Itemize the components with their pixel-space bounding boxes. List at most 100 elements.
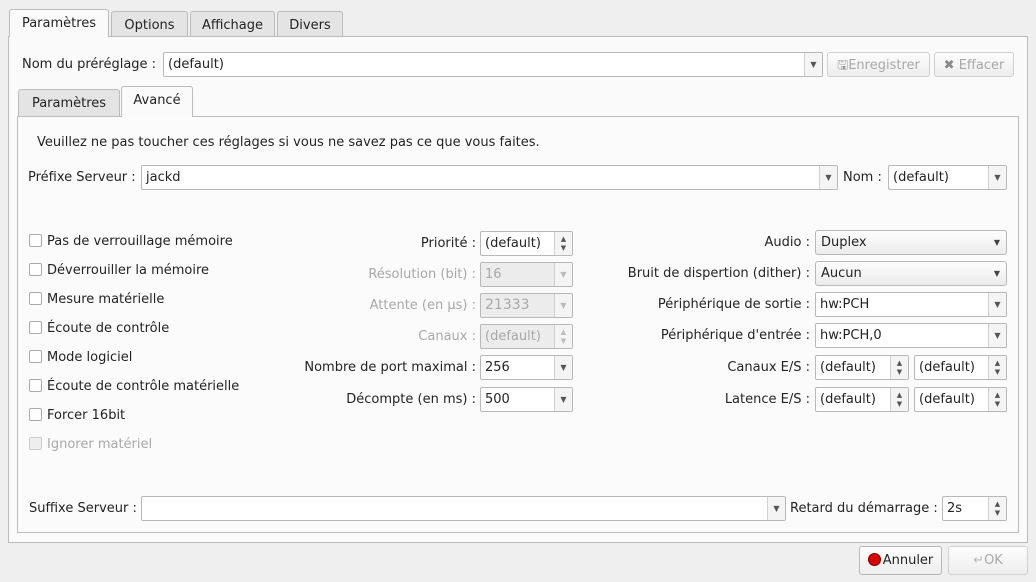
io-latency-label: Latence E/S : bbox=[724, 392, 810, 407]
tab-divers[interactable]: Divers bbox=[277, 11, 343, 36]
priority-spinbox[interactable]: (default) ▲ ▼ bbox=[480, 231, 573, 256]
spin-arrows-icon[interactable]: ▲ ▼ bbox=[554, 325, 572, 348]
checkbox-hw-meter[interactable]: Mesure matérielle bbox=[29, 292, 164, 308]
tab-options[interactable]: Options bbox=[111, 11, 188, 36]
checkbox-label: Écoute de contrôle bbox=[47, 321, 170, 336]
cancel-button[interactable]: Annuler bbox=[859, 546, 942, 575]
spin-arrows-icon[interactable]: ▲ ▼ bbox=[988, 356, 1006, 379]
checkbox-ignore-hw[interactable]: Ignorer matériel bbox=[29, 437, 152, 453]
start-delay-spinbox[interactable]: 2s ▲ ▼ bbox=[942, 496, 1007, 521]
chevron-down-icon: ▼ bbox=[767, 497, 785, 520]
cancel-label: Annuler bbox=[882, 553, 934, 568]
inner-tab-parametres[interactable]: Paramètres bbox=[18, 89, 120, 116]
max-ports-combo[interactable]: 256 ▼ bbox=[480, 355, 573, 380]
resolution-combo[interactable]: 16 ▼ bbox=[480, 262, 573, 287]
delete-icon: ✖ bbox=[943, 58, 955, 73]
checkbox-hw-monitor[interactable]: Écoute de contrôle matérielle bbox=[29, 379, 239, 395]
ok-icon: ↵ bbox=[973, 553, 985, 568]
io-channels-out-spinbox[interactable]: (default) ▲ ▼ bbox=[914, 355, 1007, 380]
input-device-label: Périphérique d'entrée : bbox=[660, 328, 810, 343]
checkbox-box[interactable] bbox=[29, 321, 42, 334]
spin-arrows-icon[interactable]: ▲ ▼ bbox=[988, 388, 1006, 411]
checkbox-unlock-memory[interactable]: Déverrouiller la mémoire bbox=[29, 263, 209, 279]
ok-label: OK bbox=[984, 553, 1003, 568]
dither-value: Aucun bbox=[821, 266, 862, 281]
wait-value: 21333 bbox=[485, 297, 530, 313]
chevron-down-icon: ▼ bbox=[554, 263, 572, 286]
input-device-combo[interactable]: hw:PCH,0 ▼ bbox=[815, 323, 1007, 348]
chevron-down-icon: ▼ bbox=[554, 388, 572, 411]
checkbox-label: Écoute de contrôle matérielle bbox=[47, 379, 240, 394]
server-prefix-combo[interactable]: jackd ▼ bbox=[141, 165, 838, 190]
output-device-label: Périphérique de sortie : bbox=[657, 297, 810, 312]
output-device-combo[interactable]: hw:PCH ▼ bbox=[815, 292, 1007, 317]
input-device-value: hw:PCH,0 bbox=[820, 328, 882, 343]
resolution-label: Résolution (bit) : bbox=[368, 267, 476, 282]
checkbox-monitor[interactable]: Écoute de contrôle bbox=[29, 321, 169, 337]
io-latency-in-value: (default) bbox=[820, 392, 876, 407]
io-latency-out-value: (default) bbox=[919, 392, 975, 407]
io-latency-in-spinbox[interactable]: (default) ▲ ▼ bbox=[815, 387, 909, 412]
save-icon: 🖫 bbox=[837, 58, 849, 73]
tab-affichage[interactable]: Affichage bbox=[190, 11, 275, 36]
chevron-down-icon: ▼ bbox=[988, 166, 1006, 189]
tab-parametres[interactable]: Paramètres bbox=[9, 9, 109, 37]
io-channels-in-spinbox[interactable]: (default) ▲ ▼ bbox=[815, 355, 909, 380]
inner-tab-avance[interactable]: Avancé bbox=[121, 86, 193, 117]
io-latency-out-spinbox[interactable]: (default) ▲ ▼ bbox=[914, 387, 1007, 412]
delete-label: Effacer bbox=[958, 58, 1005, 73]
preset-label: Nom du préréglage : bbox=[22, 57, 157, 72]
ok-button[interactable]: ↵OK bbox=[948, 546, 1028, 575]
save-button[interactable]: 🖫Enregistrer bbox=[827, 52, 930, 77]
preset-combo[interactable]: (default) ▼ bbox=[163, 52, 823, 77]
chevron-down-icon: ▼ bbox=[988, 324, 1006, 347]
checkbox-box[interactable] bbox=[29, 379, 42, 392]
max-ports-value: 256 bbox=[485, 360, 510, 375]
checkbox-box[interactable] bbox=[29, 234, 42, 247]
checkbox-box[interactable] bbox=[29, 437, 42, 450]
dither-label: Bruit de dispertion (dither) : bbox=[627, 266, 810, 281]
server-suffix-combo[interactable]: ▼ bbox=[141, 496, 786, 521]
checkbox-label: Déverrouiller la mémoire bbox=[47, 263, 210, 278]
chevron-down-icon: ▼ bbox=[993, 269, 1000, 278]
chevron-down-icon: ▼ bbox=[554, 294, 572, 317]
spin-arrows-icon[interactable]: ▲ ▼ bbox=[554, 232, 572, 255]
output-device-value: hw:PCH bbox=[820, 297, 870, 312]
chevron-down-icon: ▼ bbox=[554, 356, 572, 379]
priority-value: (default) bbox=[485, 236, 541, 251]
name-combo[interactable]: (default) ▼ bbox=[888, 165, 1007, 190]
checkbox-box[interactable] bbox=[29, 263, 42, 276]
dither-select[interactable]: Aucun ▼ bbox=[815, 261, 1007, 286]
audio-label: Audio : bbox=[764, 235, 810, 250]
spin-arrows-icon[interactable]: ▲ ▼ bbox=[890, 388, 908, 411]
resolution-value: 16 bbox=[485, 267, 502, 282]
channels-spinbox[interactable]: (default) ▲ ▼ bbox=[480, 324, 573, 349]
spin-arrows-icon[interactable]: ▲ ▼ bbox=[890, 356, 908, 379]
chevron-down-icon: ▼ bbox=[993, 238, 1000, 247]
cancel-icon bbox=[867, 553, 881, 566]
server-suffix-label: Suffixe Serveur : bbox=[29, 501, 137, 516]
io-channels-out-value: (default) bbox=[919, 360, 975, 375]
timeout-combo[interactable]: 500 ▼ bbox=[480, 387, 573, 412]
priority-label: Priorité : bbox=[420, 236, 476, 251]
warning-text: Veuillez ne pas toucher ces réglages si … bbox=[37, 135, 540, 150]
name-label: Nom : bbox=[843, 170, 882, 185]
server-prefix-label: Préfixe Serveur : bbox=[28, 170, 136, 185]
server-prefix-value: jackd bbox=[146, 170, 181, 185]
checkbox-label: Forcer 16bit bbox=[47, 408, 126, 423]
checkbox-box[interactable] bbox=[29, 350, 42, 363]
checkbox-label: Ignorer matériel bbox=[47, 437, 153, 452]
checkbox-no-memlock[interactable]: Pas de verrouillage mémoire bbox=[29, 234, 233, 250]
checkbox-label: Pas de verrouillage mémoire bbox=[47, 234, 233, 249]
checkbox-soft-mode[interactable]: Mode logiciel bbox=[29, 350, 132, 366]
checkbox-shorts[interactable]: Forcer 16bit bbox=[29, 408, 125, 424]
preset-value: (default) bbox=[168, 57, 224, 72]
wait-combo[interactable]: 21333 ▼ bbox=[480, 293, 573, 318]
spin-arrows-icon[interactable]: ▲ ▼ bbox=[988, 497, 1006, 520]
audio-select[interactable]: Duplex ▼ bbox=[815, 230, 1007, 255]
checkbox-box[interactable] bbox=[29, 292, 42, 305]
delete-button[interactable]: ✖ Effacer bbox=[934, 52, 1014, 77]
checkbox-box[interactable] bbox=[29, 408, 42, 421]
channels-label: Canaux : bbox=[418, 329, 476, 344]
checkbox-label: Mode logiciel bbox=[47, 350, 133, 365]
